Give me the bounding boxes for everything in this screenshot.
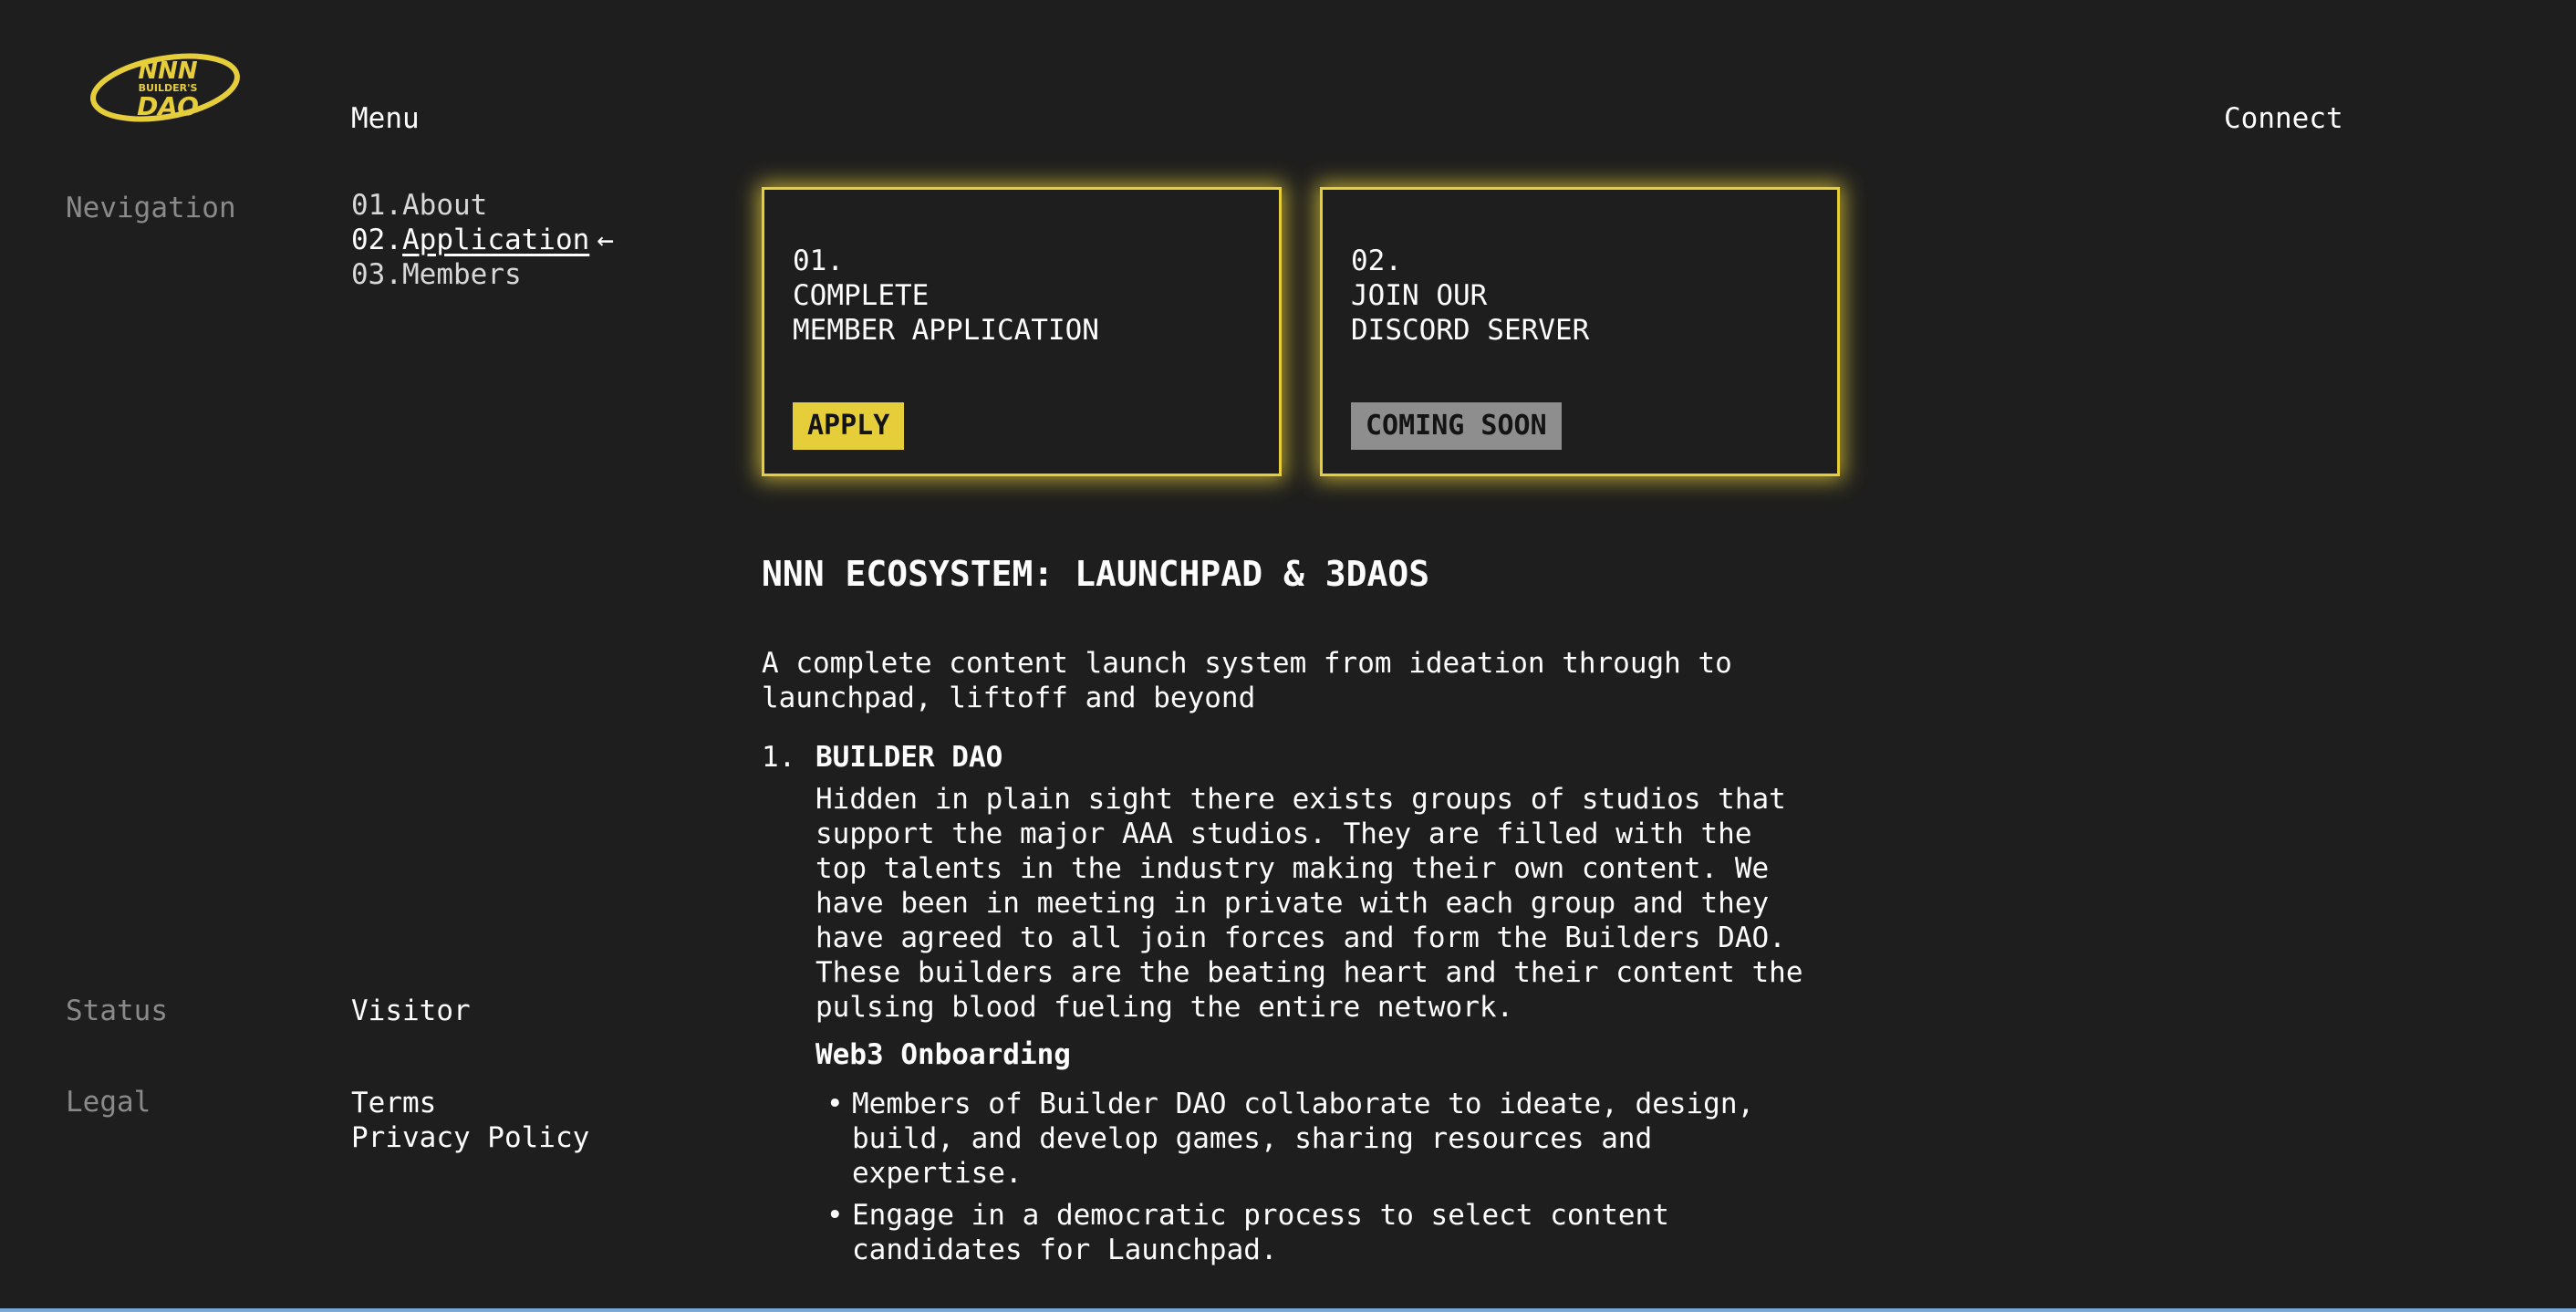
- legal-label: Legal: [66, 1086, 151, 1119]
- card-number: 01.: [793, 245, 844, 277]
- page: NNN BUILDER'S DAO Menu Connect Nevigatio…: [0, 0, 2576, 1312]
- body-line: support the major AAA studios. They are …: [815, 817, 1752, 850]
- page-title: NNN ECOSYSTEM: LAUNCHPAD & 3DAOS: [762, 554, 1430, 594]
- nav-item-members[interactable]: 03.Members: [351, 257, 614, 292]
- logo-mark: NNN BUILDER'S DAO: [90, 53, 240, 122]
- coming-soon-button[interactable]: COMING SOON: [1351, 402, 1562, 450]
- menu-button[interactable]: Menu: [351, 102, 420, 135]
- svg-text:NNN: NNN: [138, 57, 198, 85]
- nav-item-number: 02.: [351, 224, 402, 256]
- svg-text:DAO: DAO: [137, 91, 199, 121]
- nav-item-number: 03.: [351, 258, 402, 291]
- nav-list: 01.About 02.Application ← 03.Members: [351, 188, 614, 292]
- navigation-label: Nevigation: [66, 192, 236, 224]
- list-item-line: Members of Builder DAO collaborate to id…: [852, 1088, 1755, 1120]
- card-line-2: DISCORD SERVER: [1351, 314, 1590, 347]
- list-item-line: candidates for Launchpad.: [852, 1234, 1278, 1266]
- nav-item-label: Application: [402, 224, 590, 256]
- card-line-2: MEMBER APPLICATION: [793, 314, 1099, 347]
- apply-button[interactable]: APPLY: [793, 402, 905, 450]
- section-body: Hidden in plain sight there exists group…: [815, 782, 1856, 1025]
- status-value: Visitor: [351, 994, 471, 1027]
- intro-line: launchpad, liftoff and beyond: [762, 682, 1256, 714]
- arrow-left-icon: ←: [597, 224, 614, 256]
- nav-item-label: Members: [402, 258, 522, 291]
- list-item-line: Engage in a democratic process to select…: [852, 1199, 1669, 1232]
- builders-dao-logo[interactable]: NNN BUILDER'S DAO: [88, 47, 243, 124]
- list-item: Engage in a democratic process to select…: [815, 1198, 1856, 1267]
- discord-card: 02. JOIN OUR DISCORD SERVER COMING SOON: [1320, 187, 1840, 476]
- main-content: NNN ECOSYSTEM: LAUNCHPAD & 3DAOS A compl…: [762, 547, 1856, 1275]
- nav-item-number: 01.: [351, 189, 402, 222]
- list-item-line: build, and develop games, sharing resour…: [852, 1122, 1653, 1155]
- card-text: 01. COMPLETE MEMBER APPLICATION: [793, 244, 1099, 348]
- intro-line: A complete content launch system from id…: [762, 647, 1732, 680]
- body-line: Hidden in plain sight there exists group…: [815, 783, 1786, 816]
- body-line: have been in meeting in private with eac…: [815, 887, 1770, 920]
- list-item: Members of Builder DAO collaborate to id…: [815, 1087, 1856, 1191]
- section-builder-dao: 1. BUILDER DAO Hidden in plain sight the…: [762, 740, 1856, 1267]
- section-number: 1.: [762, 741, 796, 774]
- card-number: 02.: [1351, 245, 1402, 277]
- list-item-line: expertise.: [852, 1157, 1023, 1190]
- body-line: top talents in the industry making their…: [815, 852, 1770, 885]
- intro-text: A complete content launch system from id…: [762, 646, 1856, 715]
- legal-links: Terms Privacy Policy: [351, 1086, 589, 1155]
- body-line: These builders are the beating heart and…: [815, 956, 1803, 989]
- connect-button[interactable]: Connect: [2224, 102, 2343, 135]
- application-card: 01. COMPLETE MEMBER APPLICATION APPLY: [762, 187, 1282, 476]
- subsection-title: Web3 Onboarding: [815, 1038, 1071, 1071]
- body-line: have agreed to all join forces and form …: [815, 922, 1786, 954]
- body-line: pulsing blood fueling the entire network…: [815, 991, 1514, 1024]
- nav-item-application[interactable]: 02.Application ←: [351, 223, 614, 257]
- privacy-policy-link[interactable]: Privacy Policy: [351, 1120, 589, 1155]
- nav-item-label: About: [402, 189, 488, 222]
- terms-link[interactable]: Terms: [351, 1086, 589, 1120]
- card-line-1: COMPLETE: [793, 279, 930, 312]
- bullet-list: Members of Builder DAO collaborate to id…: [815, 1087, 1856, 1267]
- card-line-1: JOIN OUR: [1351, 279, 1488, 312]
- status-label: Status: [66, 994, 168, 1027]
- card-text: 02. JOIN OUR DISCORD SERVER: [1351, 244, 1589, 348]
- section-title: BUILDER DAO: [815, 741, 1003, 774]
- nav-item-about[interactable]: 01.About: [351, 188, 614, 223]
